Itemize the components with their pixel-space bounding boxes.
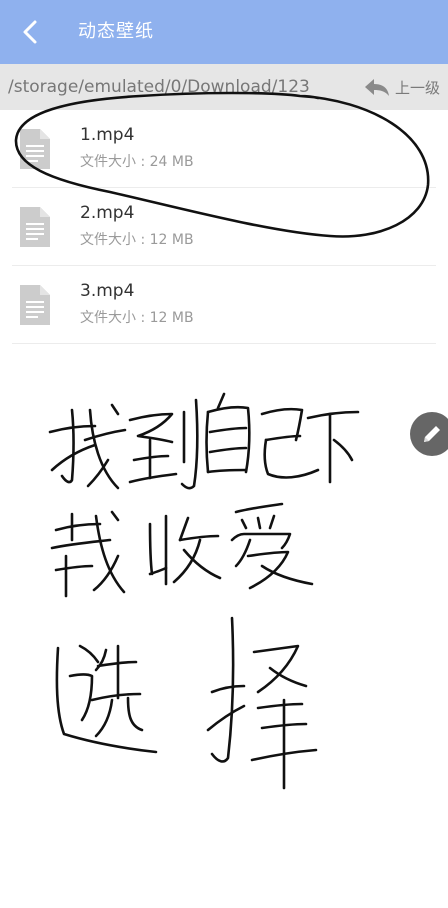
- back-button[interactable]: [12, 14, 48, 50]
- document-icon: [20, 207, 50, 247]
- handwritten-char: [48, 403, 127, 490]
- file-size: 文件大小 : 12 MB: [80, 310, 194, 326]
- file-list: 1.mp4 文件大小 : 24 MB 2.mp4 文件大小 : 12 MB 3.…: [0, 110, 448, 344]
- file-size: 文件大小 : 24 MB: [80, 154, 194, 170]
- file-name: 1.mp4: [80, 125, 135, 145]
- handwritten-char: [148, 514, 222, 586]
- file-item[interactable]: 1.mp4 文件大小 : 24 MB: [0, 110, 448, 188]
- parent-folder-label: 上一级: [394, 78, 440, 97]
- pencil-icon: [424, 426, 440, 442]
- file-size: 文件大小 : 12 MB: [80, 232, 194, 248]
- reply-arrow-icon: [364, 79, 389, 96]
- handwritten-char: [50, 510, 126, 598]
- handwritten-char: [230, 502, 314, 590]
- document-icon: [20, 129, 50, 169]
- file-name: 2.mp4: [80, 203, 135, 223]
- handwritten-char: [55, 644, 158, 754]
- app-header: 动态壁纸: [0, 0, 448, 64]
- handwritten-char: [306, 410, 360, 484]
- handwritten-char: [128, 398, 199, 490]
- document-icon: [20, 285, 50, 325]
- current-path: /storage/emulated/0/Download/123: [8, 77, 310, 97]
- file-item[interactable]: 2.mp4 文件大小 : 12 MB: [0, 188, 448, 266]
- parent-folder-button[interactable]: 上一级: [363, 64, 440, 110]
- handwritten-char: [206, 616, 318, 790]
- path-bar: /storage/emulated/0/Download/123 上一级: [0, 64, 448, 110]
- edit-button[interactable]: [410, 412, 448, 456]
- file-item[interactable]: 3.mp4 文件大小 : 12 MB: [0, 266, 448, 344]
- chevron-left-icon: [23, 20, 37, 44]
- handwritten-char: [205, 392, 251, 474]
- file-name: 3.mp4: [80, 281, 135, 301]
- page-title: 动态壁纸: [78, 21, 154, 42]
- handwritten-char: [260, 407, 320, 479]
